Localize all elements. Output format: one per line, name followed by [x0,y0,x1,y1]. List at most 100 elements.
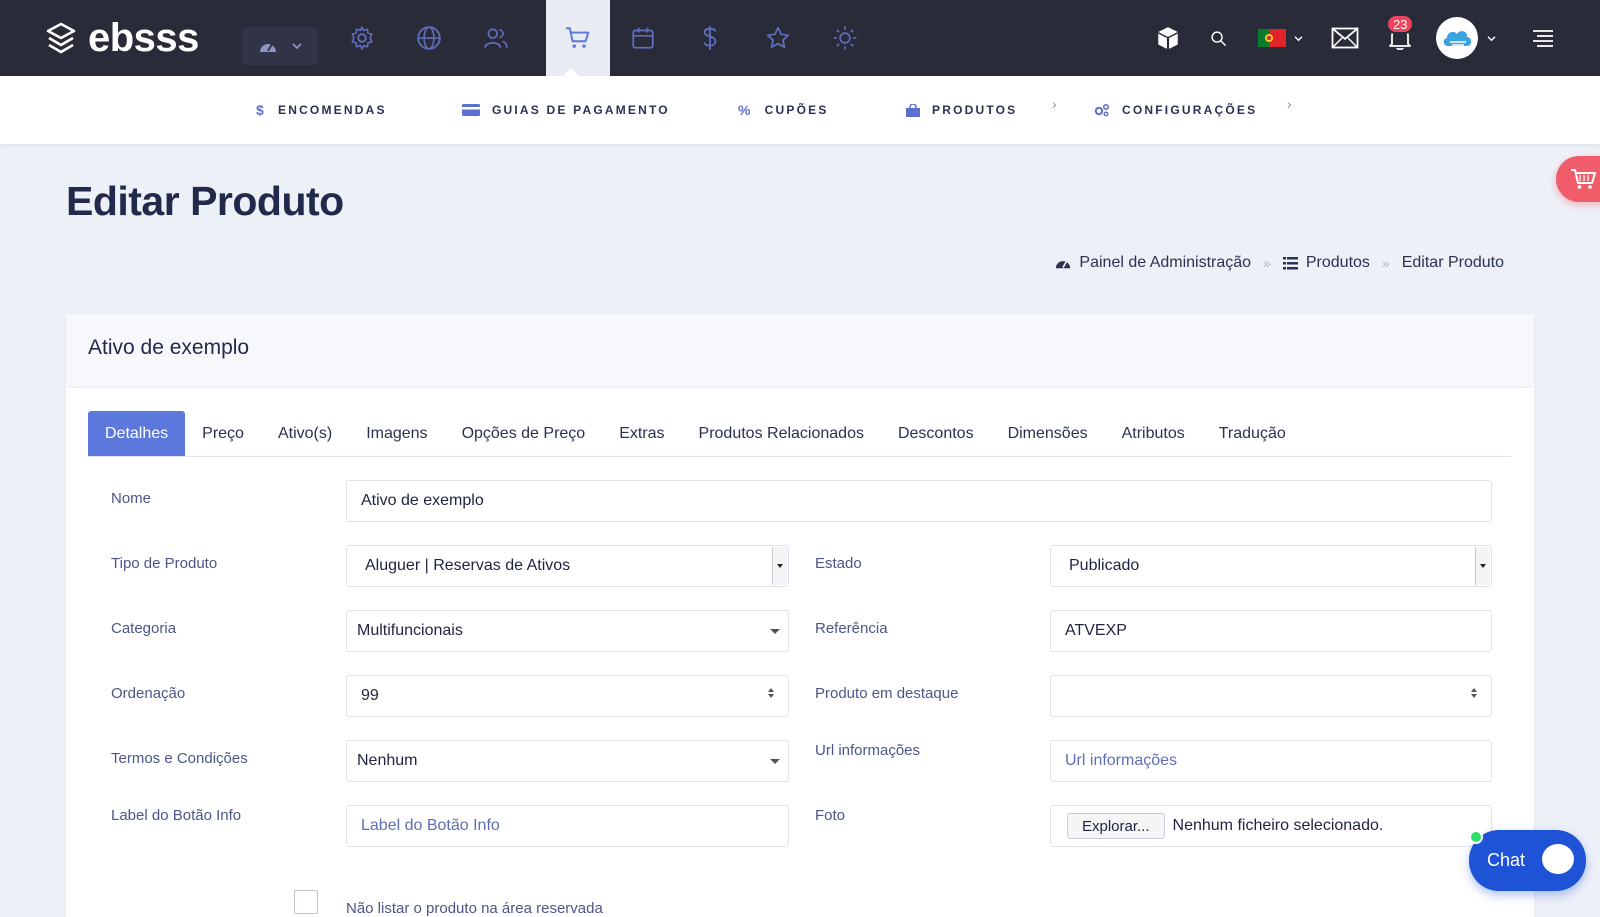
tipo-produto-select[interactable]: Aluguer | Reservas de Ativos [346,545,789,587]
termos-label: Termos e Condições [111,750,248,767]
breadcrumb: Painel de Administração » Produtos » Edi… [1055,254,1504,272]
tab-preco[interactable]: Preço [185,411,261,456]
portugal-flag-icon [1257,29,1286,47]
select-arrow-icon [772,547,787,585]
page-title: Editar Produto [66,178,344,224]
ordenacao-input[interactable]: 99 [346,675,789,717]
nav-calendar[interactable] [611,0,675,76]
apps-button[interactable] [1150,0,1186,76]
url-input[interactable]: Url informações [1050,740,1492,782]
user-menu-toggle[interactable] [1484,0,1498,76]
chevron-down-icon [1294,35,1302,41]
referencia-input[interactable]: ATVEXP [1050,610,1492,652]
user-avatar[interactable] [1436,17,1478,59]
label-info-input[interactable]: Label do Botão Info [346,805,789,847]
ordenacao-label: Ordenação [111,685,186,702]
tab-detalhes[interactable]: Detalhes [88,411,186,456]
browse-button[interactable]: Explorar... [1067,813,1165,839]
brand-logo[interactable]: ebsss [46,16,199,61]
tipo-produto-label: Tipo de Produto [111,555,218,572]
categoria-label: Categoria [111,620,177,637]
referencia-label: Referência [815,620,888,637]
breadcrumb-current: Editar Produto [1401,254,1504,271]
cogs-icon [1094,103,1110,117]
url-label: Url informações [815,742,921,759]
select-arrow-icon [1475,547,1490,585]
tab-extras[interactable]: Extras [602,411,681,456]
categoria-select[interactable]: Multifuncionais [346,610,789,652]
chevron-right-icon[interactable]: › [1052,96,1057,112]
label-info-label: Label do Botão Info [111,807,242,824]
tab-imagens[interactable]: Imagens [349,411,444,456]
subnav-cupoes[interactable]: % CUPÕES [738,98,829,122]
star-icon [766,26,790,49]
nav-settings[interactable] [330,0,394,76]
categoria-value: Multifuncionais [357,622,463,639]
termos-select[interactable]: Nenhum [346,740,789,782]
estado-value: Publicado [1069,557,1140,574]
tab-descontos[interactable]: Descontos [881,411,991,456]
ordenacao-value: 99 [361,687,379,704]
nav-cart[interactable] [546,0,610,76]
nav-globe[interactable] [397,0,461,76]
list-icon [1282,256,1298,269]
product-tabs: Detalhes Preço Ativo(s) Imagens Opções d… [88,411,1512,457]
nao-listar-checkbox[interactable] [294,890,318,914]
tab-dimensoes[interactable]: Dimensões [991,411,1105,456]
foto-label: Foto [815,807,846,824]
layers-logo-icon [46,22,76,53]
sun-icon [833,26,857,50]
dashboard-dropdown[interactable] [242,27,318,65]
chat-label: Chat [1487,850,1526,870]
dollar-icon: $ [256,102,266,118]
nav-finance[interactable] [678,0,742,76]
card-icon [462,104,480,116]
tab-traducao[interactable]: Tradução [1202,411,1303,456]
chat-widget-button[interactable]: Chat [1469,830,1586,891]
subnav-label: GUIAS DE PAGAMENTO [492,103,670,117]
cart-icon [1571,169,1596,189]
tab-ativos[interactable]: Ativo(s) [261,411,349,456]
menu-lines-icon [1533,30,1553,47]
floating-cart-button[interactable] [1556,156,1600,202]
globe-icon [417,26,441,50]
messages-button[interactable] [1328,0,1362,76]
bag-icon [906,103,920,117]
nav-theme[interactable] [813,0,877,76]
search-icon [1210,30,1226,46]
nome-input[interactable]: Ativo de exemplo [346,480,1492,522]
nav-favorites[interactable] [746,0,810,76]
subnav-produtos[interactable]: PRODUTOS [906,98,1017,122]
notifications-button[interactable] [1383,0,1417,76]
estado-select[interactable]: Publicado [1050,545,1492,587]
subnav-label: CUPÕES [764,103,829,117]
tab-produtos-relacionados[interactable]: Produtos Relacionados [682,411,881,456]
tipo-produto-value: Aluguer | Reservas de Ativos [365,557,571,574]
side-menu-button[interactable] [1528,0,1558,76]
chevron-right-icon[interactable]: › [1287,96,1292,112]
nao-listar-label: Não listar o produto na área reservada [346,900,603,917]
breadcrumb-dashboard-link[interactable]: Painel de Administração [1079,254,1251,272]
search-button[interactable] [1204,0,1232,76]
tab-opcoes-preco[interactable]: Opções de Preço [445,411,603,456]
subnav-configuracoes[interactable]: CONFIGURAÇÕES [1094,98,1257,122]
cart-icon [566,27,590,48]
destaque-input[interactable] [1050,675,1492,717]
cube-icon [1158,27,1178,49]
number-spinner-icon[interactable] [1471,688,1477,698]
envelope-icon [1331,27,1359,49]
nav-users[interactable] [464,0,528,76]
termos-value: Nenhum [357,752,418,769]
subnav-guias-pagamento[interactable]: GUIAS DE PAGAMENTO [462,98,670,122]
number-spinner-icon[interactable] [768,688,774,698]
file-status: Nenhum ficheiro selecionado. [1172,817,1384,834]
gear-icon [351,26,373,50]
breadcrumb-products-link[interactable]: Produtos [1306,254,1370,272]
subnav-encomendas[interactable]: $ ENCOMENDAS [256,98,387,122]
language-selector[interactable] [1256,0,1304,76]
foto-file-input[interactable]: Explorar... Nenhum ficheiro selecionado. [1050,805,1492,847]
subnav-label: PRODUTOS [932,103,1018,117]
tab-atributos[interactable]: Atributos [1105,411,1202,456]
tachometer-icon [260,43,276,52]
breadcrumb-separator: » [1263,255,1271,271]
